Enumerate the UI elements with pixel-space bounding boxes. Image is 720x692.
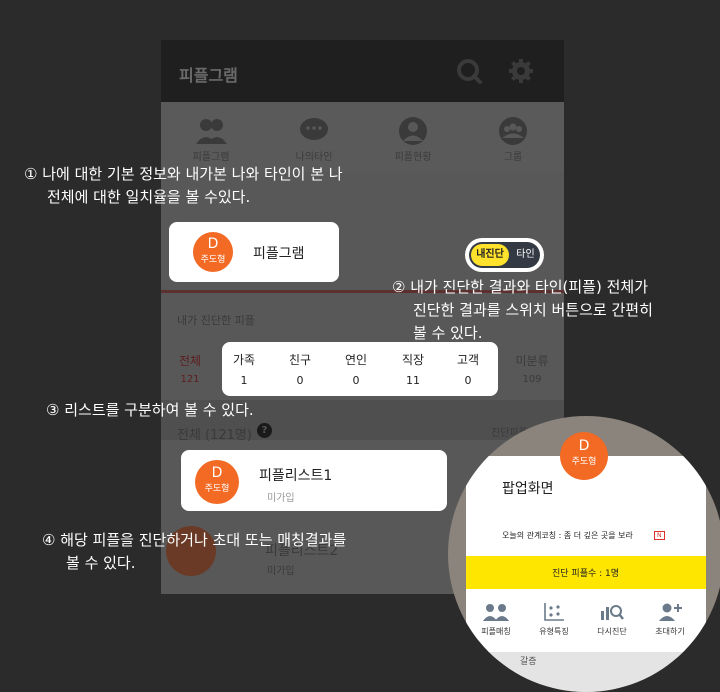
action-invite[interactable]: 초대하기: [646, 602, 694, 637]
section-label: 내가 진단한 피플: [177, 314, 255, 327]
tab-peoplegram[interactable]: 피플그램: [171, 116, 251, 163]
app-header: 피플그램: [161, 40, 564, 102]
profile-name: 피플그램: [253, 246, 305, 262]
people-icon: [196, 119, 227, 144]
popup-preview: D 주도형 팝업화면 오늘의 관계코칭 : 좀 더 깊은 곳을 보라 N 진단 …: [448, 416, 720, 692]
search-icon[interactable]: [455, 57, 483, 85]
scatter-icon: [544, 603, 564, 621]
toggle-option-others[interactable]: 타인: [513, 244, 538, 266]
list-item[interactable]: D 주도형 피플리스트1 미가입: [181, 450, 447, 511]
category-customer[interactable]: 고객 0: [448, 351, 488, 387]
annotation-4: ④ 해당 피플을 진단하거나 초대 또는 매칭결과를 볼 수 있다.: [42, 531, 347, 572]
chart-search-icon: [601, 605, 624, 620]
toggle-option-mine[interactable]: 내진단: [471, 244, 509, 266]
category-all[interactable]: 전체 121: [167, 352, 213, 385]
action-re-diagnose[interactable]: 다시진단: [588, 602, 636, 637]
people-match-icon: [483, 604, 509, 621]
annotation-2: ② 내가 진단한 결과와 타인(피플) 전체가 진단한 결과를 스위치 버튼으로…: [392, 278, 653, 342]
avatar: D 주도형: [195, 460, 239, 504]
person-icon: [399, 117, 427, 145]
tab-group[interactable]: 그룹: [473, 116, 553, 163]
avatar: D 주도형: [560, 432, 608, 480]
list-item-name: 피플리스트1: [259, 468, 333, 484]
category-count: 121: [180, 374, 200, 385]
profile-card[interactable]: D 주도형 피플그램: [169, 222, 339, 282]
action-people-match[interactable]: 피플매칭: [472, 602, 520, 637]
tab-my-others[interactable]: 나의타인: [274, 116, 354, 163]
new-badge: N: [654, 531, 665, 540]
category-family[interactable]: 가족 1: [224, 351, 264, 387]
category-name: 전체: [178, 354, 202, 368]
category-unclassified[interactable]: 미분류 109: [509, 352, 555, 385]
diag-count: 진단 피플수 : 1명: [552, 569, 620, 579]
coaching-text: 오늘의 관계코칭 : 좀 더 깊은 곳을 보라: [502, 531, 633, 540]
category-lover[interactable]: 연인 0: [336, 351, 376, 387]
tab-label: 그룹: [503, 152, 523, 163]
help-icon[interactable]: ?: [257, 423, 272, 438]
gear-icon[interactable]: [507, 57, 535, 85]
category-name: 미분류: [515, 354, 549, 368]
person-add-icon: [659, 603, 682, 621]
annotation-1: ① 나에 대한 기본 정보와 내가본 나와 타인이 본 나 전체에 대한 일치율…: [24, 165, 343, 206]
list-item-status: 미가입: [267, 493, 295, 504]
category-work[interactable]: 직장 11: [393, 351, 433, 387]
diagnosis-toggle[interactable]: 내진단 타인: [465, 238, 544, 272]
toggle-track: 내진단 타인: [469, 242, 540, 268]
tab-label: 피플그램: [192, 152, 230, 163]
tab-bar: 피플그램 나의타인 피플현황 그룹: [161, 102, 564, 172]
category-filter-card: 가족 1 친구 0 연인 0 직장 11 고객 0: [222, 342, 498, 396]
category-count: 109: [522, 374, 542, 385]
tab-people-status[interactable]: 피플현황: [373, 116, 453, 163]
category-friend[interactable]: 친구 0: [280, 351, 320, 387]
footer-label: 갈증: [520, 657, 537, 667]
avatar: D 주도형: [193, 232, 233, 272]
chat-icon: [300, 118, 328, 140]
action-type-features[interactable]: 유형특징: [530, 602, 578, 637]
group-icon: [499, 117, 527, 145]
annotation-3: ③ 리스트를 구분하여 볼 수 있다.: [46, 401, 254, 419]
popup-title: 팝업화면: [502, 481, 554, 497]
total-count-label: 전체 (121명): [177, 428, 252, 443]
popup-footer: 갈증: [448, 652, 720, 692]
app-title: 피플그램: [179, 66, 238, 85]
tab-label: 피플현황: [394, 152, 432, 163]
tab-label: 나의타인: [295, 152, 333, 163]
